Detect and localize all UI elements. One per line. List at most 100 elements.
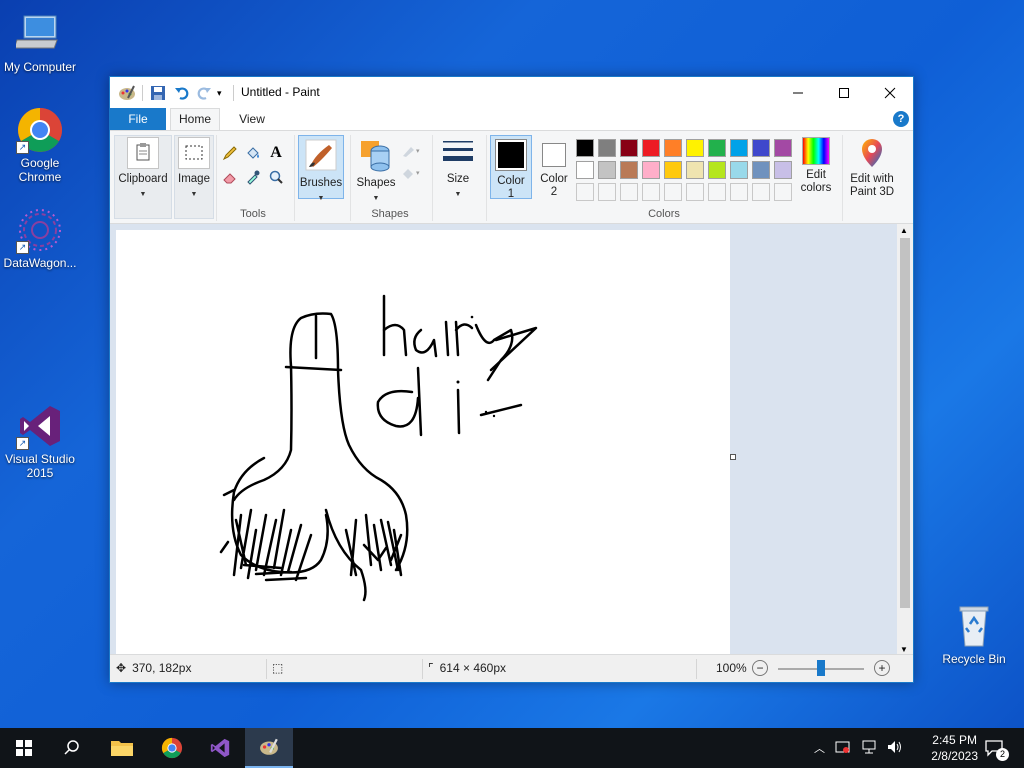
maximize-button[interactable] (821, 77, 867, 108)
size-button[interactable]: Size ▼ (438, 137, 478, 201)
clipboard-button[interactable]: Clipboard ▼ (116, 137, 170, 201)
zoom-in-button[interactable]: + (874, 660, 890, 676)
close-button[interactable] (867, 77, 913, 108)
search-button[interactable] (48, 728, 96, 768)
save-icon[interactable] (150, 84, 166, 102)
clipboard-label: Clipboard (118, 173, 168, 185)
palette-color-swatch[interactable] (708, 139, 726, 157)
security-icon[interactable] (835, 740, 851, 757)
taskbar-paint[interactable] (245, 728, 293, 768)
desktop-icon-datawagon[interactable]: ↗ DataWagon... (0, 206, 80, 270)
eraser-icon[interactable] (220, 167, 240, 187)
cursor-position-text: 370, 182px (132, 661, 192, 675)
custom-color-slot[interactable] (774, 183, 792, 201)
search-icon (64, 740, 79, 755)
scrollbar-thumb[interactable] (900, 238, 910, 608)
text-icon[interactable]: A (266, 143, 286, 163)
custom-color-slot[interactable] (576, 183, 594, 201)
redo-icon[interactable] (196, 84, 212, 102)
palette-color-swatch[interactable] (642, 139, 660, 157)
divider (350, 135, 351, 221)
drawing-canvas[interactable] (116, 230, 730, 656)
palette-color-swatch[interactable] (774, 161, 792, 179)
color1-button[interactable]: Color 1 (490, 139, 532, 201)
custom-color-slot[interactable] (598, 183, 616, 201)
palette-color-swatch[interactable] (664, 139, 682, 157)
color-picker-icon[interactable] (243, 167, 263, 187)
tab-view[interactable]: View (228, 108, 276, 130)
zoom-slider-thumb[interactable] (817, 660, 825, 676)
palette-color-swatch[interactable] (752, 161, 770, 179)
custom-color-slot[interactable] (664, 183, 682, 201)
edit-colors-icon (802, 137, 830, 165)
chevron-up-icon[interactable]: ︿ (814, 740, 825, 756)
clock[interactable]: 2:45 PM 2/8/2023 (931, 732, 978, 764)
divider (294, 135, 295, 221)
resize-handle[interactable] (730, 454, 736, 460)
vertical-scrollbar[interactable]: ▲ ▼ (897, 224, 913, 656)
undo-icon[interactable] (174, 84, 190, 102)
canvas-size-text: 614 × 460px (439, 661, 507, 675)
fill-bucket-icon[interactable] (243, 143, 263, 163)
palette-color-swatch[interactable] (686, 139, 704, 157)
custom-color-slot[interactable] (752, 183, 770, 201)
edit-colors-button[interactable]: Edit colors (796, 137, 836, 195)
outline-icon[interactable]: ▾ (400, 141, 424, 161)
minimize-button[interactable] (775, 77, 821, 108)
tab-file[interactable]: File (110, 108, 166, 130)
palette-color-swatch[interactable] (730, 139, 748, 157)
palette-color-swatch[interactable] (576, 139, 594, 157)
custom-color-slot[interactable] (686, 183, 704, 201)
image-button[interactable]: Image ▼ (174, 137, 214, 201)
palette-color-swatch[interactable] (576, 161, 594, 179)
custom-color-slot[interactable] (708, 183, 726, 201)
desktop-icon-recycle-bin[interactable]: Recycle Bin (934, 602, 1014, 666)
pencil-icon[interactable] (220, 143, 240, 163)
start-button[interactable] (0, 728, 48, 768)
move-cursor-icon: ✥ (116, 661, 127, 675)
color2-button[interactable]: Color 2 (534, 143, 574, 199)
magnifier-icon[interactable] (266, 167, 286, 187)
palette-color-swatch[interactable] (774, 139, 792, 157)
edit-with-paint3d-button[interactable]: Edit with Paint 3D (846, 137, 898, 199)
help-icon[interactable]: ? (893, 111, 909, 127)
palette-color-swatch[interactable] (620, 161, 638, 179)
tools-group-label: Tools (240, 208, 266, 220)
custom-color-slot[interactable] (642, 183, 660, 201)
folder-icon (111, 741, 133, 756)
scroll-down-icon[interactable]: ▼ (900, 645, 908, 654)
taskbar-visual-studio[interactable] (196, 728, 244, 768)
desktop-icon-visual-studio[interactable]: ↗ Visual Studio 2015 (0, 402, 80, 480)
customize-quick-access-icon[interactable]: ▾ (217, 84, 222, 102)
taskbar-chrome[interactable] (148, 728, 196, 768)
tab-home[interactable]: Home (170, 108, 220, 130)
palette-color-swatch[interactable] (598, 161, 616, 179)
palette-color-swatch[interactable] (598, 139, 616, 157)
brushes-button[interactable]: Brushes ▼ (298, 137, 344, 205)
palette-color-swatch[interactable] (752, 139, 770, 157)
volume-icon[interactable] (887, 740, 903, 757)
paint-app-icon[interactable] (118, 84, 136, 102)
palette-color-swatch[interactable] (620, 139, 638, 157)
fill-icon[interactable]: ▾ (400, 163, 424, 183)
custom-color-slot[interactable] (730, 183, 748, 201)
shapes-button[interactable]: Shapes ▼ (354, 137, 398, 205)
palette-color-swatch[interactable] (686, 161, 704, 179)
desktop-icon-my-computer[interactable]: My Computer (0, 10, 80, 74)
title-bar[interactable]: ▾ Untitled - Paint (110, 77, 913, 108)
palette-color-swatch[interactable] (730, 161, 748, 179)
palette-color-swatch[interactable] (708, 161, 726, 179)
zoom-out-button[interactable]: − (752, 660, 768, 676)
chevron-down-icon: ▼ (139, 191, 147, 198)
network-icon[interactable] (861, 740, 877, 757)
desktop-icon-google-chrome[interactable]: ↗ Google Chrome (0, 106, 80, 184)
canvas-size-icon: ⌜ (428, 661, 434, 675)
taskbar-file-explorer[interactable] (98, 728, 146, 768)
line-size-icon (442, 137, 474, 169)
action-center-button[interactable]: 2 (982, 728, 1009, 768)
palette-color-swatch[interactable] (664, 161, 682, 179)
custom-color-slot[interactable] (620, 183, 638, 201)
close-icon (884, 87, 896, 98)
palette-color-swatch[interactable] (642, 161, 660, 179)
scroll-up-icon[interactable]: ▲ (900, 226, 908, 235)
